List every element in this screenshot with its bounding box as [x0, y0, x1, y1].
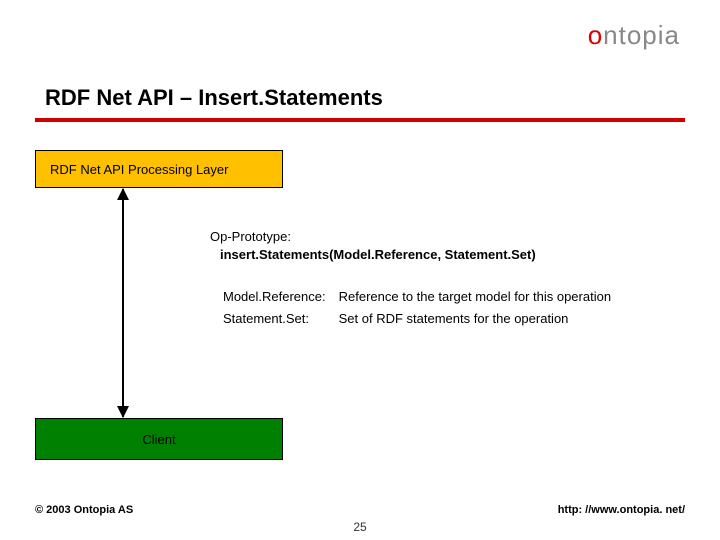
slide-title: RDF Net API – Insert.Statements	[45, 85, 383, 111]
table-row: Statement.Set: Set of RDF statements for…	[222, 309, 612, 329]
op-prototype-block: Op-Prototype: insert.Statements(Model.Re…	[210, 228, 536, 263]
logo-rest: ntopia	[603, 20, 680, 50]
footer-copyright: © 2003 Ontopia AS	[35, 504, 133, 516]
processing-layer-label: RDF Net API Processing Layer	[50, 162, 228, 177]
param-desc: Set of RDF statements for the operation	[338, 309, 612, 329]
client-label: Client	[142, 432, 175, 447]
params-table: Model.Reference: Reference to the target…	[220, 285, 614, 330]
op-label: Op-Prototype:	[210, 228, 536, 246]
divider	[35, 118, 685, 122]
op-signature: insert.Statements(Model.Reference, State…	[210, 246, 536, 264]
param-name: Model.Reference:	[222, 287, 336, 307]
page-number: 25	[0, 520, 720, 534]
logo-accent: o	[588, 20, 603, 50]
table-row: Model.Reference: Reference to the target…	[222, 287, 612, 307]
client-box: Client	[35, 418, 283, 460]
logo: ontopia	[588, 20, 680, 51]
footer-url: http: //www.ontopia. net/	[558, 504, 685, 516]
param-name: Statement.Set:	[222, 309, 336, 329]
param-desc: Reference to the target model for this o…	[338, 287, 612, 307]
processing-layer-box: RDF Net API Processing Layer	[35, 150, 283, 188]
bidirectional-arrow	[122, 189, 124, 417]
